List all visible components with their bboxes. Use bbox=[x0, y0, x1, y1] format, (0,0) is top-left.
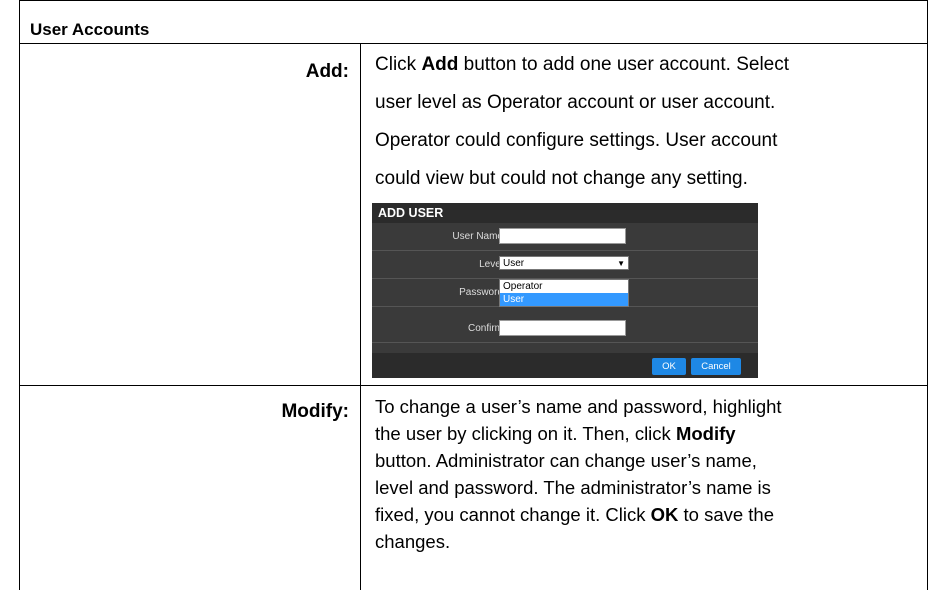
add-label: Add: bbox=[305, 61, 349, 82]
table-border-row bbox=[19, 385, 928, 386]
user-accounts-table: User Accounts Add: Click Add button to a… bbox=[19, 0, 928, 590]
modify-description: To change a user’s name and password, hi… bbox=[375, 396, 782, 552]
table-column-divider bbox=[360, 43, 361, 590]
dialog-footer: OK Cancel bbox=[372, 353, 758, 378]
username-label: User Name bbox=[452, 231, 503, 242]
confirm-input bbox=[499, 320, 626, 336]
table-border-top bbox=[19, 0, 928, 1]
username-input bbox=[499, 228, 626, 244]
cancel-button: Cancel bbox=[691, 358, 741, 375]
level-dropdown-list: Operator User bbox=[499, 279, 629, 307]
ok-bold-word: OK bbox=[650, 504, 679, 525]
confirm-row: Confirm bbox=[372, 315, 758, 343]
level-option-operator: Operator bbox=[503, 281, 543, 292]
level-option-user: User bbox=[500, 293, 628, 306]
level-select: User ▼ bbox=[499, 256, 629, 270]
dialog-title: ADD USER bbox=[372, 203, 758, 223]
modify-bold-word: Modify bbox=[675, 423, 736, 444]
add-user-dialog-screenshot: ADD USER User Name Level User ▼ Password … bbox=[372, 203, 758, 378]
ok-button: OK bbox=[652, 358, 686, 375]
table-header-title: User Accounts bbox=[30, 20, 150, 39]
chevron-down-icon: ▼ bbox=[617, 259, 625, 268]
modify-label: Modify: bbox=[281, 401, 349, 422]
table-border-header bbox=[19, 43, 928, 44]
username-row: User Name bbox=[372, 223, 758, 251]
table-border-right bbox=[927, 0, 928, 590]
level-row: Level User ▼ bbox=[372, 251, 758, 279]
table-border-left bbox=[19, 0, 20, 590]
confirm-label: Confirm bbox=[467, 323, 503, 334]
add-bold-word: Add bbox=[421, 54, 459, 75]
password-label: Password bbox=[459, 287, 503, 298]
add-description: Click Add button to add one user account… bbox=[375, 54, 790, 189]
